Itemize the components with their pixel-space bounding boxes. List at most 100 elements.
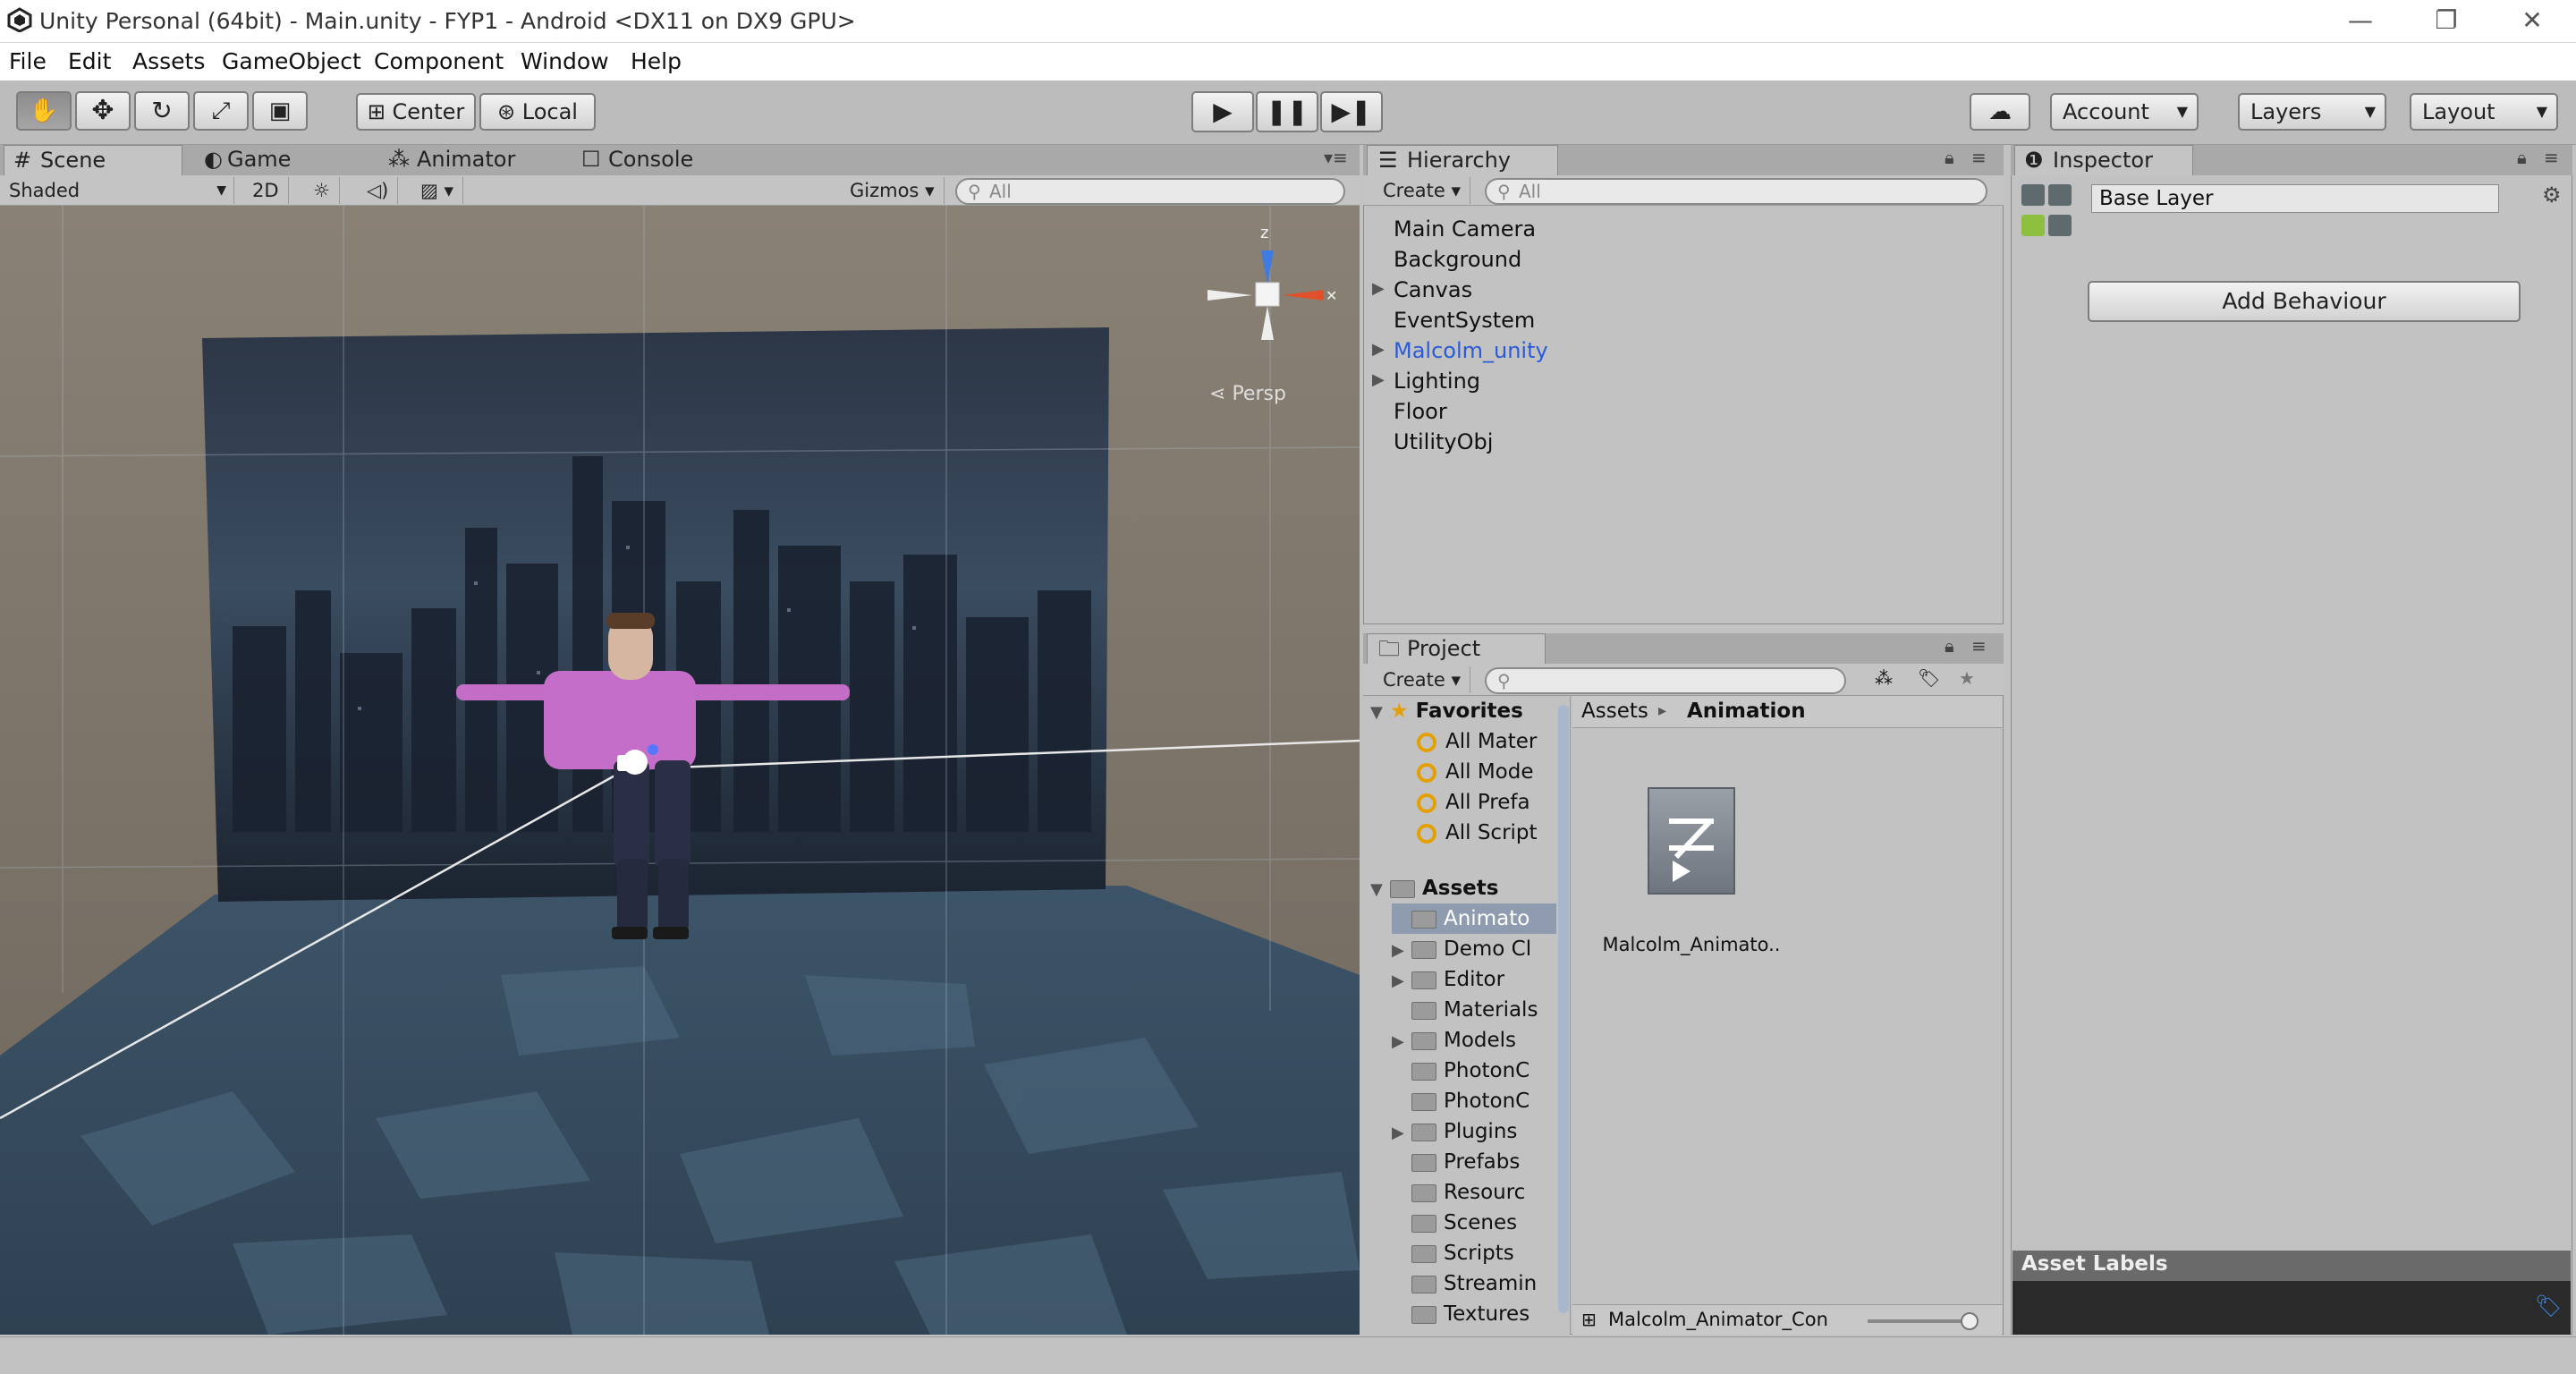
add-behaviour-button[interactable]: Add Behaviour bbox=[2088, 281, 2521, 322]
menu-assets[interactable]: Assets bbox=[132, 48, 205, 74]
asset-folder-item[interactable]: ▶ Demo Cl bbox=[1392, 934, 1556, 964]
favorite-star-icon[interactable]: ★ bbox=[1959, 667, 1975, 689]
collapsed-arrow-icon[interactable]: ▶ bbox=[1392, 1118, 1411, 1147]
settings-gear-icon[interactable]: ⚙ bbox=[2542, 182, 2562, 208]
lock-icon[interactable]: 🔒︎ bbox=[1945, 147, 1954, 168]
filter-by-label-icon[interactable]: 🏷︎ bbox=[1918, 667, 1940, 689]
menu-edit[interactable]: Edit bbox=[68, 48, 111, 74]
asset-folder-item[interactable]: Resourc bbox=[1392, 1177, 1556, 1208]
collapsed-arrow-icon[interactable]: ▶ bbox=[1372, 340, 1385, 359]
menu-help[interactable]: Help bbox=[631, 48, 682, 74]
orientation-gizmo[interactable]: ✕ bbox=[1190, 224, 1351, 403]
scene-viewport[interactable]: ✕ z ⋖ Persp bbox=[0, 206, 1360, 1335]
favorite-item[interactable]: All Mode bbox=[1417, 757, 1551, 787]
asset-folder-item[interactable]: Streamin bbox=[1392, 1268, 1556, 1299]
hand-tool-button[interactable]: ✋ bbox=[16, 91, 72, 131]
move-tool-button[interactable]: ✥ bbox=[75, 91, 131, 131]
account-dropdown[interactable]: Account ▼ bbox=[2050, 93, 2199, 131]
rect-tool-button[interactable]: ▣ bbox=[252, 91, 308, 131]
rotate-tool-button[interactable]: ↻ bbox=[134, 91, 190, 131]
gizmos-dropdown[interactable]: Gizmos ▾ bbox=[841, 177, 945, 204]
asset-folder-item[interactable]: Textures bbox=[1392, 1299, 1556, 1329]
lock-icon[interactable]: 🔒︎ bbox=[1945, 635, 1954, 657]
cloud-button[interactable]: ☁ bbox=[1970, 93, 2030, 131]
tab-animator[interactable]: ⁂ Animator bbox=[383, 145, 562, 175]
hierarchy-create-dropdown[interactable]: Create ▾ bbox=[1374, 177, 1470, 204]
asset-folder-item[interactable]: Scenes bbox=[1392, 1208, 1556, 1238]
hierarchy-search-input[interactable]: ⚲ All bbox=[1485, 178, 1987, 205]
favorite-item[interactable]: All Script bbox=[1417, 818, 1551, 848]
asset-folder-item[interactable]: PhotonC bbox=[1392, 1056, 1556, 1086]
assets-header[interactable]: ▼ Assets bbox=[1370, 873, 1558, 903]
panel-menu-icon[interactable]: ≡ bbox=[2544, 147, 2559, 168]
layout-dropdown[interactable]: Layout ▼ bbox=[2410, 93, 2558, 131]
asset-folder-item[interactable]: ▶ Plugins bbox=[1392, 1116, 1556, 1147]
effects-dropdown[interactable]: ▨ ▾ bbox=[411, 177, 464, 204]
project-create-dropdown[interactable]: Create ▾ bbox=[1374, 666, 1470, 693]
asset-folder-item[interactable]: ▶ Editor bbox=[1392, 964, 1556, 995]
space-local-button[interactable]: ⊛ Local bbox=[479, 93, 596, 131]
audio-toggle[interactable]: ◁) bbox=[358, 177, 399, 204]
hierarchy-item[interactable]: EventSystem bbox=[1394, 308, 1535, 333]
panel-menu-icon[interactable]: ▾≡ bbox=[1324, 147, 1348, 168]
projection-toggle[interactable]: ⋖ Persp bbox=[1209, 383, 1286, 405]
project-search-input[interactable]: ⚲ bbox=[1485, 667, 1846, 694]
breadcrumb-animation[interactable]: Animation bbox=[1687, 700, 1806, 723]
hierarchy-item[interactable]: ▶ Malcolm_unity bbox=[1372, 338, 1548, 363]
asset-folder-item[interactable]: Scripts bbox=[1392, 1238, 1556, 1268]
tab-inspector[interactable]: ❶ Inspector bbox=[2014, 145, 2193, 175]
step-button[interactable]: ▶❚ bbox=[1320, 91, 1383, 132]
asset-folder-item[interactable]: Animato bbox=[1392, 903, 1556, 934]
maximize-button[interactable]: ❐ bbox=[2426, 4, 2467, 38]
asset-folder-item[interactable]: PhotonC bbox=[1392, 1086, 1556, 1116]
filter-by-type-icon[interactable]: ⁂ bbox=[1875, 667, 1893, 689]
panel-menu-icon[interactable]: ≡ bbox=[1971, 147, 1987, 168]
layer-name-field[interactable]: Base Layer bbox=[2091, 184, 2499, 213]
scene-search-input[interactable]: ⚲ All bbox=[955, 178, 1345, 205]
panel-menu-icon[interactable]: ≡ bbox=[1971, 635, 1987, 657]
hierarchy-item[interactable]: ▶ Lighting bbox=[1372, 369, 1480, 394]
icon-size-slider[interactable] bbox=[1868, 1319, 1975, 1323]
menu-file[interactable]: File bbox=[9, 48, 47, 74]
animator-controller-asset[interactable] bbox=[1648, 787, 1735, 895]
breadcrumb-assets[interactable]: Assets bbox=[1581, 700, 1648, 723]
pivot-center-button[interactable]: ⊞ Center bbox=[356, 93, 476, 131]
favorite-item[interactable]: All Prefa bbox=[1417, 787, 1551, 818]
menu-component[interactable]: Component bbox=[374, 48, 504, 74]
minimize-button[interactable]: — bbox=[2340, 4, 2381, 38]
collapsed-arrow-icon[interactable]: ▶ bbox=[1372, 279, 1385, 298]
favorite-item[interactable]: All Mater bbox=[1417, 726, 1551, 757]
slider-thumb[interactable] bbox=[1961, 1312, 1979, 1330]
play-button[interactable]: ▶ bbox=[1191, 91, 1254, 132]
tree-scrollbar[interactable] bbox=[1558, 705, 1569, 1313]
layers-dropdown[interactable]: Layers ▼ bbox=[2238, 93, 2386, 131]
2d-toggle[interactable]: 2D bbox=[243, 177, 289, 204]
collapsed-arrow-icon[interactable]: ▶ bbox=[1392, 966, 1411, 995]
tab-console[interactable]: ☐ Console bbox=[578, 145, 739, 175]
hierarchy-item[interactable]: UtilityObj bbox=[1394, 429, 1493, 454]
lighting-toggle[interactable]: ☼ bbox=[304, 177, 340, 204]
collapsed-arrow-icon[interactable]: ▶ bbox=[1372, 370, 1385, 389]
tab-scene[interactable]: # Scene bbox=[4, 145, 182, 175]
close-button[interactable]: ✕ bbox=[2512, 4, 2553, 38]
hierarchy-item[interactable]: Background bbox=[1394, 247, 1521, 272]
favorites-header[interactable]: ▼ ★ Favorites bbox=[1370, 696, 1558, 726]
asset-folder-item[interactable]: Prefabs bbox=[1392, 1147, 1556, 1177]
hierarchy-item[interactable]: ▶ Canvas bbox=[1372, 277, 1472, 302]
tab-game[interactable]: ◐ Game bbox=[197, 145, 358, 175]
shading-mode-dropdown[interactable]: Shaded ▼ bbox=[0, 177, 234, 204]
asset-folder-item[interactable]: Materials bbox=[1392, 995, 1556, 1025]
asset-folder-item[interactable]: ▶ Models bbox=[1392, 1025, 1556, 1056]
tab-project[interactable]: 🗀 Project bbox=[1367, 633, 1546, 664]
lock-icon[interactable]: 🔒︎ bbox=[2517, 147, 2527, 168]
collapsed-arrow-icon[interactable]: ▶ bbox=[1392, 936, 1411, 964]
tab-hierarchy[interactable]: ☰ Hierarchy bbox=[1367, 145, 1558, 175]
collapsed-arrow-icon[interactable]: ▶ bbox=[1392, 1027, 1411, 1056]
hierarchy-item[interactable]: Main Camera bbox=[1394, 216, 1536, 242]
menu-gameobject[interactable]: GameObject bbox=[222, 48, 361, 74]
label-tag-icon[interactable]: 🏷︎ bbox=[2535, 1293, 2562, 1319]
hierarchy-item[interactable]: Floor bbox=[1394, 399, 1447, 424]
menu-window[interactable]: Window bbox=[521, 48, 609, 74]
pause-button[interactable]: ❚❚ bbox=[1256, 91, 1318, 132]
scale-tool-button[interactable]: ⤢ bbox=[193, 91, 249, 131]
